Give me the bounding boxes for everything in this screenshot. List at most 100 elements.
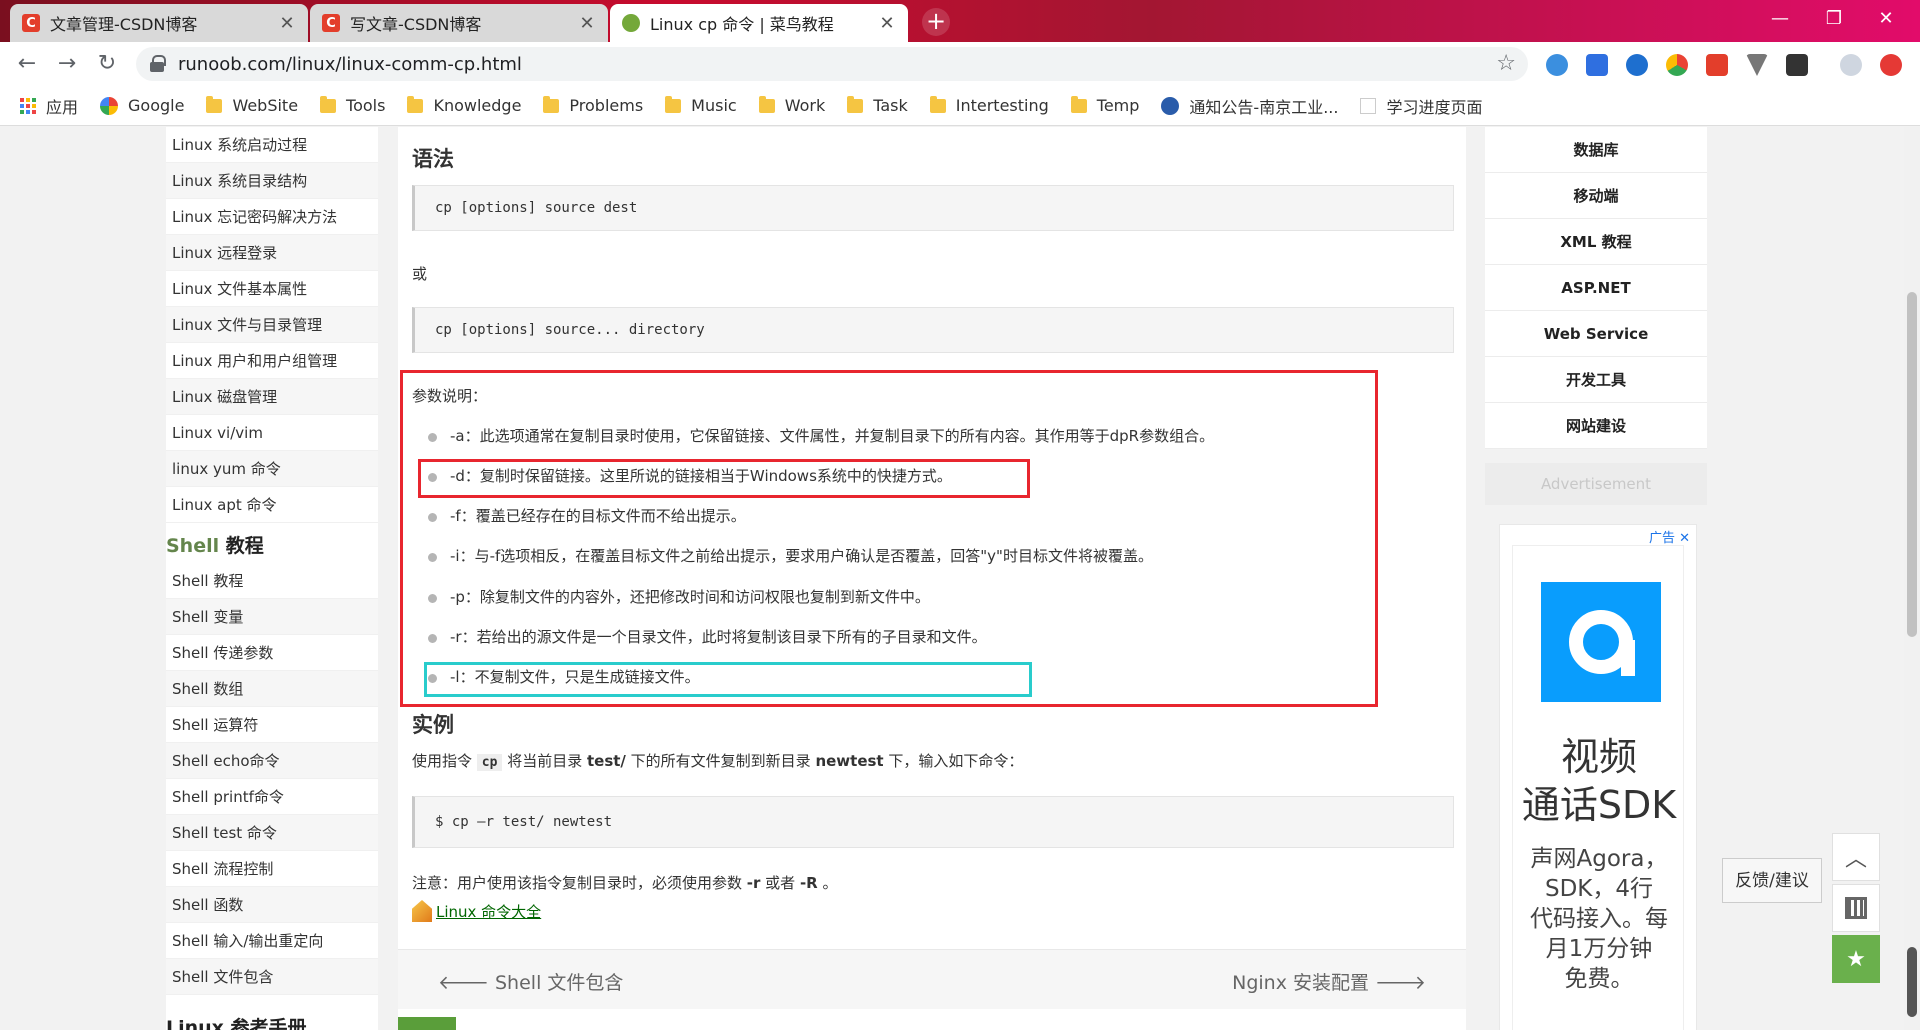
lock-icon	[150, 55, 166, 72]
folder-icon	[543, 95, 560, 113]
sidebar-heading-shell: Shell 教程	[166, 523, 378, 563]
sidebar-item[interactable]: Linux 用户和用户组管理	[166, 343, 378, 379]
sidebar-item[interactable]: Shell 函数	[166, 887, 378, 923]
close-icon[interactable]: ✕	[278, 13, 296, 34]
sidebar-item[interactable]: Shell echo命令	[166, 743, 378, 779]
bookmarks-bar: 应用 Google WebSite Tools Knowledge Proble…	[0, 86, 1920, 126]
scroll-to-top-button[interactable]: ︿	[1832, 833, 1880, 881]
ad-tag[interactable]: 广告 ✕	[1649, 527, 1690, 546]
reload-icon[interactable]: ↻	[94, 52, 120, 78]
bookmark-label: Knowledge	[433, 96, 522, 115]
extension-csdn-icon[interactable]	[1706, 54, 1728, 76]
sidebar-item[interactable]: Linux 忘记密码解决方法	[166, 199, 378, 235]
browser-toolbar: ← → ↻ runoob.com/linux/linux-comm-cp.htm…	[0, 42, 1920, 86]
forward-arrow-icon[interactable]: →	[54, 52, 80, 78]
extension-clip-icon[interactable]	[1586, 54, 1608, 76]
page-scrollbar[interactable]	[1904, 127, 1920, 1030]
extension-vue-icon[interactable]	[1746, 54, 1768, 76]
scrollbar-thumb[interactable]	[1907, 292, 1917, 637]
linux-tutorial-list: Linux 系统启动过程 Linux 系统目录结构 Linux 忘记密码解决方法 Li…	[166, 127, 378, 523]
arrow-link-icon	[412, 900, 432, 922]
sidebar-item[interactable]: Linux 系统启动过程	[166, 127, 378, 163]
extension-incognito-icon[interactable]	[1786, 54, 1808, 76]
profile-avatar[interactable]	[1840, 54, 1862, 76]
folder-icon	[847, 95, 864, 113]
extension-color-icon[interactable]	[1666, 54, 1688, 76]
bookmark-folder[interactable]: Knowledge	[407, 95, 522, 115]
bookmark-folder[interactable]: Work	[758, 95, 826, 115]
code-block: cp [options] source dest	[412, 185, 1454, 231]
close-icon[interactable]: ✕	[1679, 531, 1690, 546]
browser-tab[interactable]: C 文章管理-CSDN博客 ✕	[10, 4, 308, 42]
bookmark-folder[interactable]: Problems	[543, 95, 643, 115]
sidebar-item[interactable]: Shell 变量	[166, 599, 378, 635]
sidebar-item[interactable]: Linux 文件基本属性	[166, 271, 378, 307]
sidebar-item[interactable]: Linux apt 命令	[166, 487, 378, 523]
folder-icon	[665, 95, 682, 113]
sidebar-item[interactable]: Linux 磁盘管理	[166, 379, 378, 415]
category-menu-item[interactable]: 数据库	[1485, 127, 1707, 173]
feedback-button[interactable]: 反馈/建议	[1722, 858, 1822, 903]
restore-icon[interactable]: ❐	[1814, 8, 1854, 29]
bookmark-folder[interactable]: Intertesting	[929, 95, 1049, 115]
sidebar-item[interactable]: Linux 远程登录	[166, 235, 378, 271]
sidebar-item[interactable]: Shell 流程控制	[166, 851, 378, 887]
qrcode-button[interactable]	[1832, 884, 1880, 932]
bookmark-folder[interactable]: Tools	[320, 95, 385, 115]
category-menu-item[interactable]: XML 教程	[1485, 219, 1707, 265]
bookmark-star-icon[interactable]: ☆	[1496, 51, 1516, 76]
category-menu-item[interactable]: 移动端	[1485, 173, 1707, 219]
close-icon[interactable]: ✕	[878, 13, 896, 34]
all-commands-link[interactable]: Linux 命令大全	[412, 900, 541, 922]
category-menu-item[interactable]: 开发工具	[1485, 357, 1707, 403]
favorite-button[interactable]: ★	[1832, 935, 1880, 983]
back-arrow-icon[interactable]: ←	[14, 52, 40, 78]
update-icon[interactable]	[1880, 54, 1902, 76]
minimize-icon[interactable]: —	[1760, 8, 1800, 29]
sidebar-item[interactable]: Shell printf命令	[166, 779, 378, 815]
category-menu-item[interactable]: 网站建设	[1485, 403, 1707, 449]
prev-page-link[interactable]: 🡐 Shell 文件包含	[438, 968, 623, 995]
bookmark-folder[interactable]: Music	[665, 95, 737, 115]
bookmark-label: 应用	[46, 97, 79, 117]
category-menu-item[interactable]: ASP.NET	[1485, 265, 1707, 311]
ad-card[interactable]: 广告 ✕ 视频 通话SDK 声网Agora， SDK，4行 代码接入。每 月1万…	[1499, 524, 1697, 1030]
runoob-icon	[622, 14, 640, 32]
sidebar-item[interactable]: Shell 文件包含	[166, 959, 378, 995]
bookmark-google[interactable]: Google	[100, 96, 184, 115]
sidebar-item[interactable]: Linux 文件与目录管理	[166, 307, 378, 343]
sidebar-item[interactable]: Shell 教程	[166, 563, 378, 599]
bookmark-label: Work	[784, 96, 826, 115]
extension-search-icon[interactable]	[1546, 54, 1568, 76]
bookmark-folder[interactable]: Task	[847, 95, 908, 115]
bookmark-page[interactable]: 学习进度页面	[1360, 94, 1482, 118]
sidebar-item[interactable]: linux yum 命令	[166, 451, 378, 487]
close-window-icon[interactable]: ✕	[1866, 8, 1906, 29]
bookmark-school[interactable]: 通知公告-南京工业...	[1161, 94, 1338, 118]
next-page-link[interactable]: Nginx 安装配置 🡒	[1232, 968, 1426, 995]
ad-title-line: 视频	[1560, 735, 1637, 779]
folder-icon	[206, 95, 223, 113]
new-tab-button[interactable]: +	[922, 8, 950, 36]
category-menu-item[interactable]: Web Service	[1485, 311, 1707, 357]
close-icon[interactable]: ✕	[578, 13, 596, 34]
extension-history-icon[interactable]	[1626, 54, 1648, 76]
address-bar[interactable]: runoob.com/linux/linux-comm-cp.html ☆	[136, 47, 1528, 81]
sidebar-item[interactable]: Linux 系统目录结构	[166, 163, 378, 199]
bookmark-folder[interactable]: WebSite	[206, 95, 298, 115]
sidebar-item[interactable]: Shell 传递参数	[166, 635, 378, 671]
apps-grid-icon	[20, 97, 36, 114]
sidebar-item[interactable]: Shell 输入/输出重定向	[166, 923, 378, 959]
shell-tutorial-list: Shell 教程 Shell 变量 Shell 传递参数 Shell 数组 Shell …	[166, 563, 378, 995]
sidebar-item[interactable]: Shell 数组	[166, 671, 378, 707]
scrollbar-thumb-secondary[interactable]	[1907, 947, 1917, 1017]
ad-content[interactable]: 视频 通话SDK 声网Agora， SDK，4行 代码接入。每 月1万分钟 免费…	[1512, 545, 1684, 1030]
bookmark-apps[interactable]: 应用	[20, 94, 78, 118]
sidebar-item[interactable]: Shell test 命令	[166, 815, 378, 851]
browser-tab[interactable]: C 写文章-CSDN博客 ✕	[310, 4, 608, 42]
heading-text: 教程	[219, 535, 264, 557]
browser-tab-active[interactable]: Linux cp 命令 | 菜鸟教程 ✕	[610, 4, 908, 42]
bookmark-folder[interactable]: Temp	[1070, 95, 1139, 115]
sidebar-item[interactable]: Shell 运算符	[166, 707, 378, 743]
sidebar-item[interactable]: Linux vi/vim	[166, 415, 378, 451]
